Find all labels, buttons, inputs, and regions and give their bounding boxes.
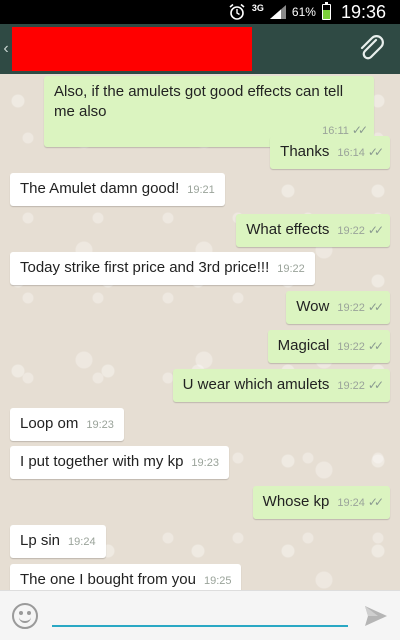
message-time: 19:25 [203, 575, 232, 587]
outgoing-message[interactable]: What effects 19:22 ✓✓ [236, 214, 390, 247]
message-text: Whose kp [262, 493, 330, 510]
incoming-message[interactable]: Today strike first price and 3rd price!!… [10, 252, 315, 285]
message-list[interactable]: Also, if the amulets got good effects ca… [0, 74, 400, 590]
outgoing-message[interactable]: Magical 19:22 ✓✓ [267, 330, 390, 363]
incoming-message[interactable]: I put together with my kp 19:23 [10, 446, 229, 479]
outgoing-message[interactable]: Wow 19:22 ✓✓ [286, 291, 390, 324]
message-time: 19:22 [277, 263, 305, 275]
double-check-icon: ✓✓ [367, 300, 384, 314]
chat-header: ‹ [0, 24, 400, 74]
message-text: U wear which amulets [182, 376, 330, 393]
message-time: 19:22 [337, 380, 365, 392]
message-text: Thanks [280, 143, 330, 160]
message-time: 19:22 [337, 225, 365, 237]
double-check-icon: ✓✓ [367, 495, 384, 509]
signal-icon [269, 5, 286, 19]
message-text: Magical [277, 337, 330, 354]
message-time: 19:21 [187, 184, 215, 196]
message-time: 19:24 [337, 497, 365, 509]
send-icon[interactable] [364, 605, 388, 627]
message-text: What effects [246, 221, 330, 238]
outgoing-message[interactable]: Thanks 16:14 ✓✓ [270, 136, 390, 169]
smiley-icon[interactable] [12, 603, 38, 629]
alarm-icon [229, 3, 245, 20]
message-text: Lp sin [20, 532, 61, 549]
message-text: The one I bought from you [20, 571, 196, 588]
status-bar: 3G 61% 19:36 [0, 0, 400, 24]
message-time: 19:23 [86, 419, 114, 431]
incoming-message[interactable]: The Amulet damn good! 19:21 [10, 173, 225, 206]
message-text: I put together with my kp [20, 453, 184, 470]
message-input[interactable] [52, 603, 348, 623]
input-underline [52, 625, 348, 627]
chevron-left-icon[interactable]: ‹ [0, 40, 12, 58]
message-text: Also, if the amulets got good effects ca… [54, 83, 344, 120]
double-check-icon: ✓✓ [367, 223, 384, 237]
compose-bar [0, 590, 400, 640]
incoming-message[interactable]: The one I bought from you 19:25 [10, 564, 242, 590]
message-text: The Amulet damn good! [20, 180, 180, 197]
message-time: 19:22 [337, 302, 365, 314]
outgoing-message[interactable]: U wear which amulets 19:22 ✓✓ [172, 369, 390, 402]
paperclip-icon[interactable] [356, 33, 388, 65]
message-time: 16:14 [337, 147, 365, 159]
incoming-message[interactable]: Lp sin 19:24 [10, 525, 106, 558]
double-check-icon: ✓✓ [351, 123, 368, 137]
incoming-message[interactable]: Loop om 19:23 [10, 408, 124, 441]
outgoing-message[interactable]: Whose kp 19:24 ✓✓ [252, 486, 390, 519]
message-time: 19:23 [191, 457, 219, 469]
message-time: 19:22 [337, 341, 365, 353]
battery-percent: 61% [291, 5, 316, 19]
double-check-icon: ✓✓ [367, 378, 384, 392]
message-time: 19:24 [68, 536, 96, 548]
battery-icon [321, 2, 331, 20]
redacted-contact-name[interactable] [12, 27, 252, 71]
message-text: Loop om [20, 415, 79, 432]
message-text: Today strike first price and 3rd price!!… [20, 259, 270, 276]
network-type: 3G [251, 3, 264, 13]
double-check-icon: ✓✓ [367, 339, 384, 353]
message-text: Wow [296, 298, 330, 315]
double-check-icon: ✓✓ [367, 145, 384, 159]
clock: 19:36 [340, 1, 386, 22]
